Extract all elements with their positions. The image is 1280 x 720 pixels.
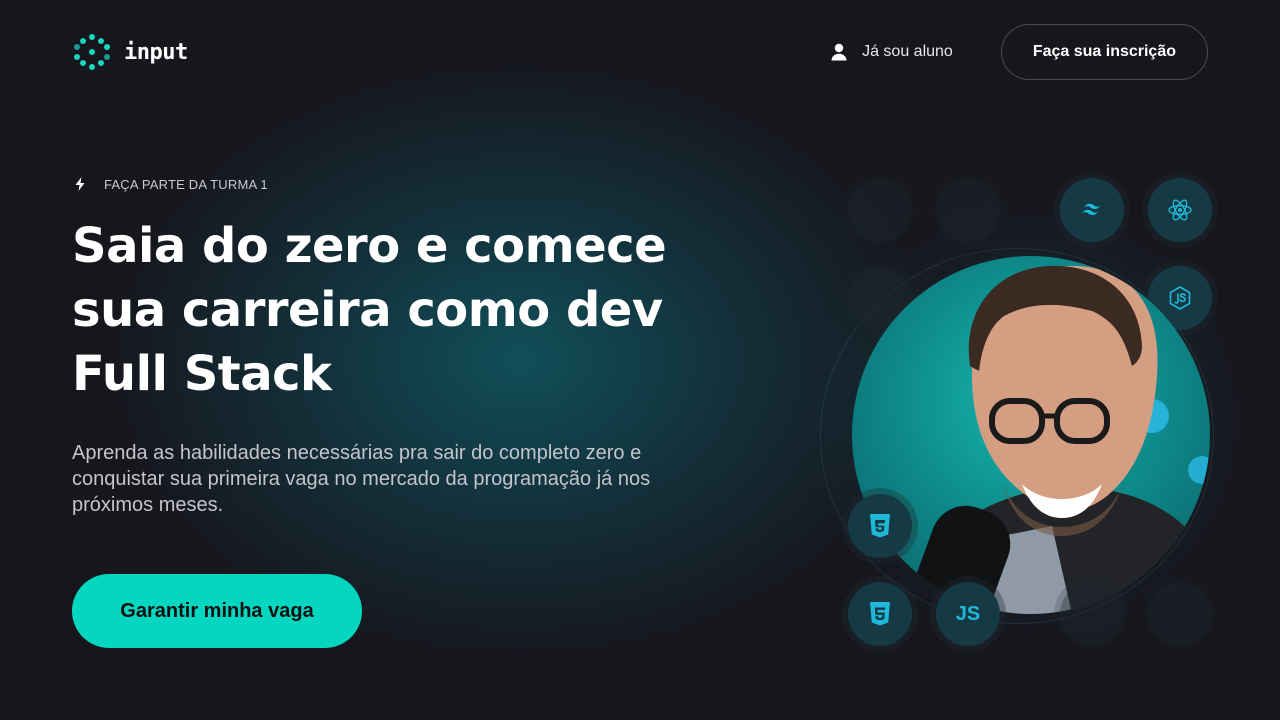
hero-description: Aprenda as habilidades necessárias pra s…	[72, 442, 651, 516]
login-label: Já sou aluno	[862, 43, 953, 60]
js-icon: JS	[936, 582, 1000, 646]
logo-dots-icon	[72, 32, 112, 72]
hero: FAÇA PARTE DA TURMA 1 Saia do zero e com…	[72, 172, 732, 518]
instructor-photo	[852, 256, 1210, 614]
placeholder-icon	[936, 178, 1000, 242]
html5-icon	[848, 582, 912, 646]
placeholder-icon	[848, 178, 912, 242]
logo[interactable]: input	[72, 32, 188, 72]
student-login-link[interactable]: Já sou aluno	[830, 43, 953, 61]
css3-icon	[848, 494, 912, 558]
tailwind-icon	[1060, 178, 1124, 242]
react-icon	[1148, 178, 1212, 242]
hero-title: Saia do zero e comece sua carreira como …	[72, 218, 667, 402]
lightning-icon	[75, 177, 85, 191]
logo-text: input	[124, 39, 188, 65]
signup-button[interactable]: Faça sua inscrição	[1000, 24, 1208, 80]
header-actions: Já sou aluno Faça sua inscrição	[830, 24, 1208, 80]
eyebrow: FAÇA PARTE DA TURMA 1	[72, 172, 732, 196]
user-icon	[831, 43, 847, 61]
cta-button[interactable]: Garantir minha vaga	[72, 574, 362, 648]
js-label: JS	[955, 602, 981, 625]
placeholder-icon	[1060, 582, 1124, 646]
eyebrow-text: FAÇA PARTE DA TURMA 1	[104, 176, 268, 192]
placeholder-icon	[1148, 582, 1212, 646]
site-header: input Já sou aluno Faça sua inscrição	[72, 24, 1208, 80]
hero-visual: JS	[820, 160, 1240, 660]
